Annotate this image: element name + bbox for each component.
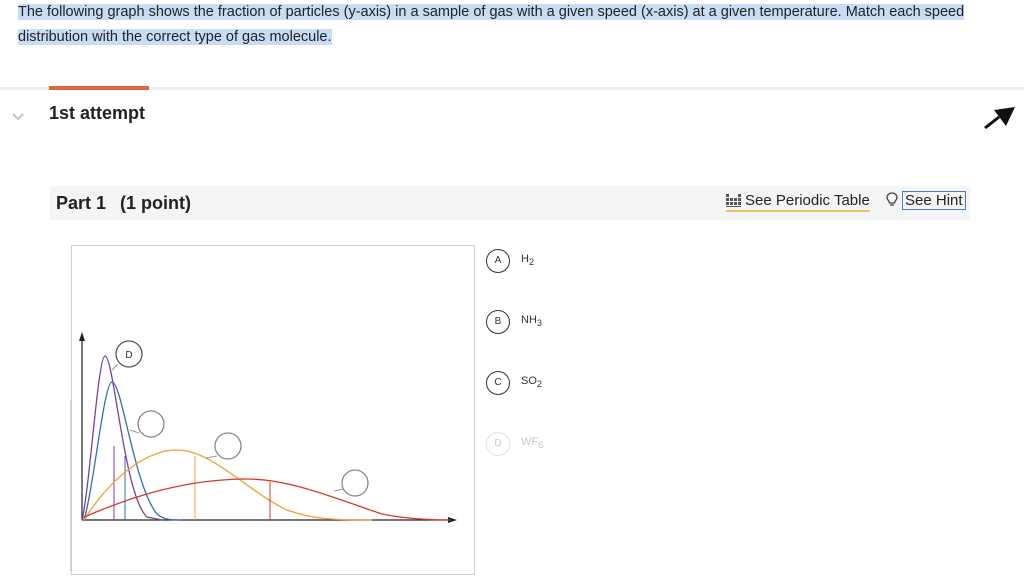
hint-label: See Hint	[902, 191, 966, 210]
choice-c-formula-main: SO	[521, 375, 537, 387]
choice-a-formula-sub: 2	[528, 257, 535, 268]
choice-c-formula: SO2	[521, 375, 542, 389]
choice-a-badge: A	[486, 249, 510, 273]
choice-d-badge: D	[486, 432, 510, 456]
choice-c-formula-sub: 2	[536, 379, 542, 390]
choice-b-formula-sub: 3	[536, 318, 542, 329]
part-points: (1 point)	[120, 193, 192, 213]
cursor-arrow-icon	[984, 107, 1015, 130]
choice-d-formula-main: WF	[521, 436, 539, 448]
drop-target-orange[interactable]	[205, 432, 242, 460]
y-axis-arrow-icon	[79, 332, 85, 341]
choice-b-formula-main: NH	[521, 314, 537, 326]
see-periodic-table-link[interactable]: See Periodic Table	[726, 192, 870, 212]
question-line-2: distribution with the correct type of ga…	[18, 29, 332, 45]
choice-c-badge: C	[486, 371, 510, 395]
drop-target-d-label: D	[125, 350, 132, 361]
speed-distribution-graph: D	[71, 245, 475, 575]
see-hint-link[interactable]: See Hint	[886, 191, 966, 210]
choice-b-formula: NH3	[521, 314, 542, 328]
part-title: Part 1 (1 point)	[56, 193, 191, 214]
drop-target-red[interactable]	[333, 469, 369, 497]
drop-target-blue[interactable]	[129, 410, 165, 438]
curve-violet	[81, 355, 163, 521]
choice-a-formula-main: H	[521, 253, 529, 265]
part-label: Part 1	[56, 193, 107, 213]
lightbulb-icon	[886, 192, 898, 206]
choice-d-formula: WF6	[521, 436, 543, 450]
choice-b-badge: B	[486, 310, 510, 334]
active-part-indicator	[49, 86, 149, 90]
question-line-1: The following graph shows the fraction o…	[18, 4, 965, 20]
drop-target-d[interactable]: D	[111, 340, 143, 371]
part-header: Part 1 (1 point) See Periodic Table See H…	[50, 186, 970, 220]
periodic-table-label: See Periodic Table	[745, 192, 870, 209]
question-text: The following graph shows the fraction o…	[18, 0, 968, 50]
attempt-heading[interactable]: 1st attempt	[49, 103, 145, 124]
chevron-down-icon[interactable]	[9, 107, 27, 125]
choice-a-formula: H2	[521, 253, 534, 267]
graph-canvas: D	[79, 332, 457, 523]
choice-d-formula-sub: 6	[538, 440, 544, 451]
section-divider	[0, 87, 1024, 90]
periodic-table-icon	[726, 194, 741, 207]
